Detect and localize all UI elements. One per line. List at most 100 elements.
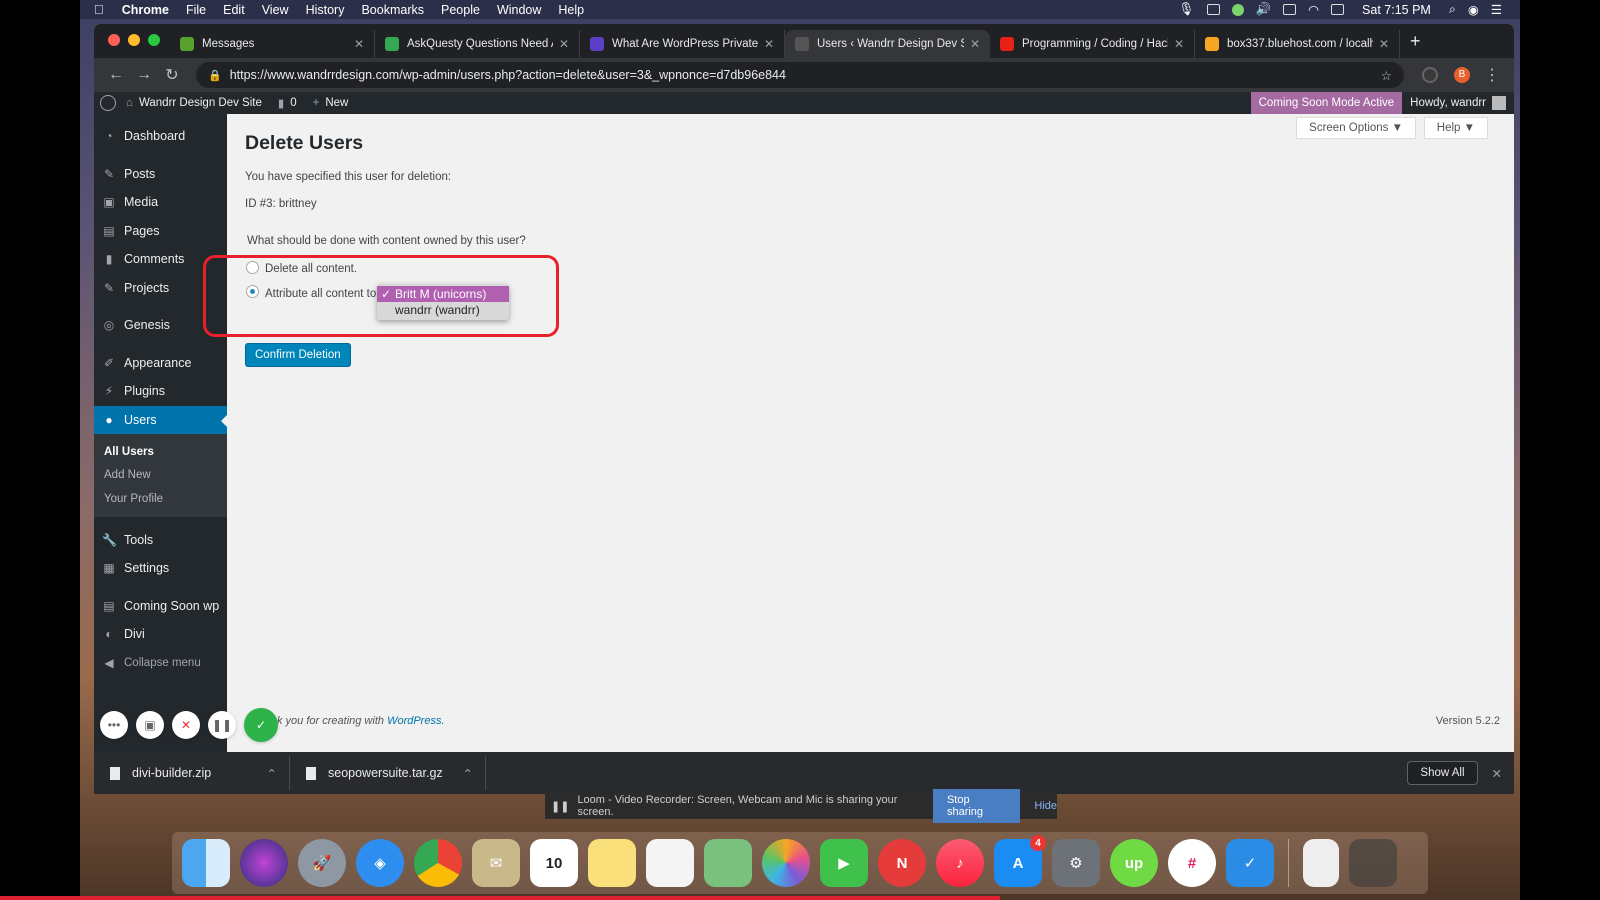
sidebar-item-pages[interactable]: ▤ Pages <box>94 217 227 246</box>
menu-history[interactable]: History <box>306 3 345 17</box>
reload-icon[interactable]: ↻ <box>158 65 186 85</box>
facetime-icon[interactable]: ▶ <box>820 839 868 887</box>
microphone-icon[interactable]: 🎙 <box>1179 2 1195 17</box>
sidebar-item-appearance[interactable]: ✐ Appearance <box>94 349 227 378</box>
volume-icon[interactable]: 🔊 <box>1256 2 1272 17</box>
sidebar-item-users[interactable]: ● Users <box>94 405 227 434</box>
hide-button[interactable]: Hide <box>1034 800 1057 812</box>
finder-icon[interactable] <box>182 839 230 887</box>
sidebar-item-plugins[interactable]: ⚡ Plugins <box>94 377 227 406</box>
delete-content-radio[interactable] <box>246 261 259 274</box>
loom-cancel-icon[interactable]: ✕ <box>172 711 200 739</box>
tasks-checkmark-icon[interactable]: ✓ <box>1226 839 1274 887</box>
close-tab-icon[interactable]: ✕ <box>764 37 774 51</box>
download-item[interactable]: divi-builder.zip ⌃ <box>94 756 290 790</box>
menu-app[interactable]: Chrome <box>122 3 169 17</box>
sidebar-item-media[interactable]: ▣ Media <box>94 188 227 217</box>
tab-bluehost[interactable]: box337.bluehost.com / localho ✕ <box>1195 30 1400 58</box>
menu-edit[interactable]: Edit <box>223 3 245 17</box>
calendar-icon[interactable]: 10 <box>530 839 578 887</box>
loom-more-icon[interactable]: ••• <box>100 711 128 739</box>
sidebar-item-divi[interactable]: ◐ Divi <box>94 620 227 649</box>
comments-link[interactable]: ▮ 0 <box>278 96 297 110</box>
apple-icon[interactable]:  <box>94 2 104 17</box>
loom-finish-icon[interactable]: ✓ <box>244 708 278 742</box>
wordpress-link[interactable]: WordPress. <box>387 715 444 727</box>
tab-programming[interactable]: Programming / Coding / Hacki ✕ <box>990 30 1195 58</box>
close-window-button[interactable] <box>108 34 120 46</box>
siri-icon[interactable]: ◉ <box>1468 2 1479 17</box>
wifi-icon[interactable]: ◠ <box>1308 2 1319 17</box>
extension-record-icon[interactable] <box>1422 67 1438 83</box>
siri-icon[interactable] <box>240 839 288 887</box>
zoom-window-button[interactable] <box>148 34 160 46</box>
site-name-link[interactable]: ⌂ Wandrr Design Dev Site <box>126 97 262 109</box>
bookmark-star-icon[interactable]: ☆ <box>1381 68 1392 83</box>
notification-center-icon[interactable]: ☰ <box>1491 2 1502 17</box>
profile-avatar[interactable]: B <box>1454 67 1470 83</box>
sidebar-item-collapse[interactable]: ◀ Collapse menu <box>94 649 227 678</box>
lock-icon[interactable]: 🔒 <box>208 69 222 82</box>
reassign-user-dropdown[interactable]: ✓ Britt M (unicorns) wandrr (wandrr) <box>377 284 509 320</box>
dropdown-option-wandrr[interactable]: wandrr (wandrr) <box>377 302 509 318</box>
spotlight-search-icon[interactable]: ⌕ <box>1449 2 1456 17</box>
music-note-icon[interactable]: ♪ <box>936 839 984 887</box>
close-icon[interactable]: ✕ <box>1492 766 1502 781</box>
sidebar-item-coming-soon[interactable]: ▤ Coming Soon wp <box>94 592 227 621</box>
coming-soon-badge[interactable]: Coming Soon Mode Active <box>1250 92 1403 114</box>
dropdown-option-britt[interactable]: ✓ Britt M (unicorns) <box>377 286 509 302</box>
new-content-link[interactable]: + New <box>313 97 349 109</box>
close-tab-icon[interactable]: ✕ <box>559 37 569 51</box>
status-circle-icon[interactable] <box>1231 3 1244 16</box>
account-menu[interactable]: Howdy, wandrr <box>1402 96 1514 110</box>
chrome-icon[interactable] <box>414 839 462 887</box>
menubar-clock[interactable]: Sat 7:15 PM <box>1362 3 1431 17</box>
close-tab-icon[interactable]: ✕ <box>1174 37 1184 51</box>
news-icon[interactable]: N <box>878 839 926 887</box>
help-button[interactable]: Help ▼ <box>1423 117 1488 139</box>
maps-icon[interactable] <box>704 839 752 887</box>
menu-file[interactable]: File <box>186 3 206 17</box>
address-bar[interactable]: 🔒 https://www.wandrrdesign.com/wp-admin/… <box>196 62 1404 88</box>
sidebar-item-tools[interactable]: 🔧 Tools <box>94 526 227 555</box>
forward-arrow-icon[interactable]: → <box>130 66 158 84</box>
menu-window[interactable]: Window <box>497 3 541 17</box>
tab-wordpress-private[interactable]: What Are WordPress Private P ✕ <box>580 30 785 58</box>
safari-compass-icon[interactable]: ◈ <box>356 839 404 887</box>
close-tab-icon[interactable]: ✕ <box>970 37 980 51</box>
task-icon[interactable] <box>1206 4 1220 15</box>
show-all-button[interactable]: Show All <box>1407 761 1478 785</box>
app-store-icon[interactable]: A4 <box>994 835 1046 887</box>
submenu-your-profile[interactable]: Your Profile <box>94 487 227 511</box>
sidebar-item-dashboard[interactable]: ◔ Dashboard <box>94 122 227 151</box>
mail-eagle-icon[interactable]: ✉ <box>472 839 520 887</box>
airplay-icon[interactable] <box>1283 4 1297 15</box>
upwork-icon[interactable]: up <box>1110 839 1158 887</box>
loom-pause-icon[interactable]: ❚❚ <box>208 711 236 739</box>
system-preferences-gear-icon[interactable]: ⚙ <box>1052 839 1100 887</box>
slack-icon[interactable]: # <box>1168 839 1216 887</box>
minimize-window-button[interactable] <box>128 34 140 46</box>
new-tab-icon[interactable]: + <box>1400 31 1431 58</box>
back-arrow-icon[interactable]: ← <box>102 66 130 84</box>
notes-icon[interactable] <box>588 839 636 887</box>
battery-icon[interactable] <box>1331 4 1345 15</box>
tab-askquesty[interactable]: AskQuesty Questions Need An ✕ <box>375 30 580 58</box>
sidebar-item-settings[interactable]: ▦ Settings <box>94 554 227 583</box>
chevron-up-icon[interactable]: ⌃ <box>463 766 473 781</box>
attribute-content-radio[interactable] <box>246 285 259 298</box>
sidebar-item-posts[interactable]: ✎ Posts <box>94 160 227 189</box>
menu-bookmarks[interactable]: Bookmarks <box>361 3 424 17</box>
confirm-deletion-button[interactable]: Confirm Deletion <box>245 343 351 367</box>
stop-sharing-button[interactable]: Stop sharing <box>932 789 1021 823</box>
menu-help[interactable]: Help <box>558 3 584 17</box>
screen-options-button[interactable]: Screen Options ▼ <box>1296 117 1416 139</box>
trash-icon[interactable] <box>1349 839 1397 887</box>
submenu-add-new[interactable]: Add New <box>94 464 227 488</box>
download-item[interactable]: seopowersuite.tar.gz ⌃ <box>290 756 486 790</box>
tab-users-active[interactable]: Users ‹ Wandrr Design Dev Si ✕ <box>785 30 990 58</box>
chrome-menu-icon[interactable]: ⋮ <box>1478 65 1506 85</box>
close-tab-icon[interactable]: ✕ <box>354 37 364 51</box>
zip-archive-icon[interactable] <box>1303 839 1339 887</box>
tab-messages[interactable]: Messages ✕ <box>170 30 375 58</box>
